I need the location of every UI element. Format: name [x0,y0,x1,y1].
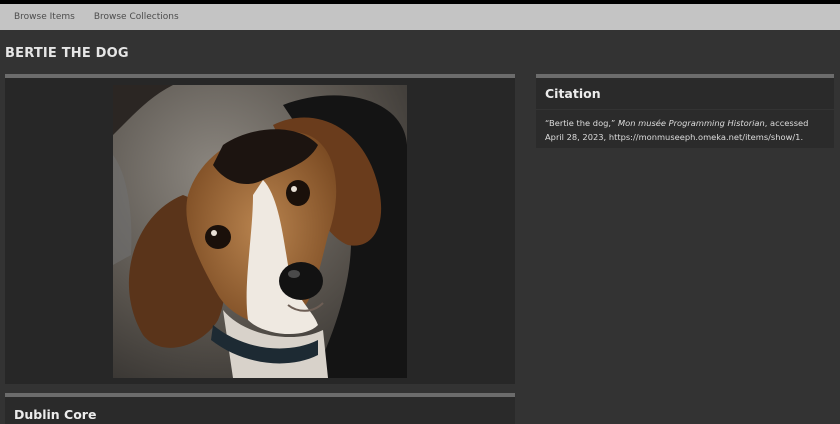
panel-top-border [5,393,515,397]
dog-illustration [113,85,407,378]
item-photo[interactable] [113,85,407,378]
nav-browse-items[interactable]: Browse Items [14,12,75,22]
citation-panel: Citation “Bertie the dog,” Mon musée Pro… [536,74,834,148]
dublin-core-panel: Dublin Core [5,393,515,424]
nav-browse-collections[interactable]: Browse Collections [94,12,179,22]
panel-top-border [5,74,515,78]
citation-heading: Citation [545,86,601,101]
citation-header: Citation [536,78,834,109]
page-title: BERTIE THE DOG [5,46,129,61]
main-navigation: Browse Items Browse Collections [0,4,840,30]
item-image-panel [5,74,515,384]
citation-text: “Bertie the dog,” Mon musée Programming … [545,116,829,144]
citation-prefix: “Bertie the dog,” [545,118,618,128]
dublin-core-heading: Dublin Core [14,407,97,422]
citation-body: “Bertie the dog,” Mon musée Programming … [536,110,834,148]
citation-site-name: Mon musée Programming Historian [618,118,765,128]
